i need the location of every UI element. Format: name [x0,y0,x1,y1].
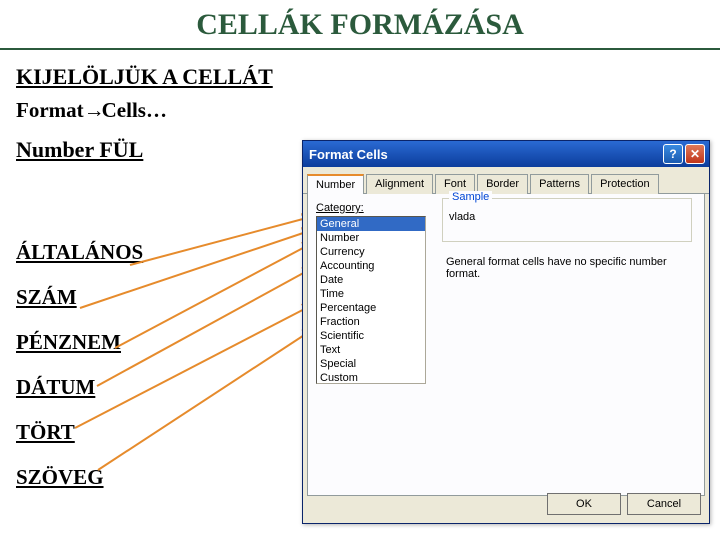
label-date: DÁTUM [16,375,143,400]
sample-legend: Sample [449,191,492,203]
menu-path-step: Format→Cells… [16,98,720,123]
label-fraction: TÖRT [16,420,143,445]
list-item[interactable]: Number [317,231,425,245]
list-item[interactable]: General [317,217,425,231]
close-button[interactable]: ✕ [685,144,705,164]
list-item[interactable]: Fraction [317,315,425,329]
dialog-body: Category: General Number Currency Accoun… [307,194,705,496]
help-button[interactable]: ? [663,144,683,164]
sample-groupbox: Sample vlada [442,198,692,242]
label-currency: PÉNZNEM [16,330,143,355]
list-item[interactable]: Text [317,343,425,357]
dialog-titlebar[interactable]: Format Cells ? ✕ [303,141,709,167]
right-arrow-icon: → [84,98,102,123]
list-item[interactable]: Scientific [317,329,425,343]
select-cell-heading: KIJELÖLJÜK A CELLÁT [16,64,720,90]
help-icon: ? [669,147,676,161]
list-item[interactable]: Special [317,357,425,371]
sample-value: vlada [449,211,685,223]
category-listbox[interactable]: General Number Currency Accounting Date … [316,216,426,384]
menu-path-cells: Cells… [102,98,167,122]
format-cells-dialog: Format Cells ? ✕ Number Alignment Font B… [302,140,710,524]
list-item[interactable]: Percentage [317,301,425,315]
dialog-button-row: OK Cancel [547,493,701,515]
page-title: CELLÁK FORMÁZÁSA [0,0,720,50]
cancel-button[interactable]: Cancel [627,493,701,515]
format-description: General format cells have no specific nu… [446,256,692,280]
tab-number[interactable]: Number [307,174,364,194]
list-item[interactable]: Accounting [317,259,425,273]
dialog-title: Format Cells [309,147,661,162]
tab-alignment[interactable]: Alignment [366,174,433,194]
tab-patterns[interactable]: Patterns [530,174,589,194]
dialog-tabs: Number Alignment Font Border Patterns Pr… [303,173,709,194]
label-text: SZÖVEG [16,465,143,490]
list-item[interactable]: Custom [317,371,425,384]
list-item[interactable]: Date [317,273,425,287]
label-number: SZÁM [16,285,143,310]
category-translations: ÁLTALÁNOS SZÁM PÉNZNEM DÁTUM TÖRT SZÖVEG [16,240,143,510]
close-icon: ✕ [690,147,700,161]
ok-button[interactable]: OK [547,493,621,515]
list-item[interactable]: Time [317,287,425,301]
label-general: ÁLTALÁNOS [16,240,143,265]
menu-path-format: Format [16,98,84,122]
list-item[interactable]: Currency [317,245,425,259]
tab-protection[interactable]: Protection [591,174,659,194]
